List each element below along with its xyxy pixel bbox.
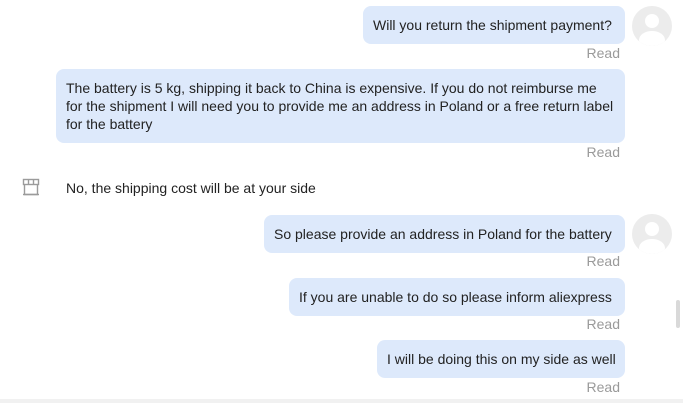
- message-text: The battery is 5 kg, shipping it back to…: [66, 80, 614, 132]
- scrollbar[interactable]: [676, 300, 680, 328]
- message-text: Will you return the shipment payment?: [373, 17, 612, 33]
- outgoing-message: So please provide an address in Poland f…: [264, 215, 625, 253]
- message-text: So please provide an address in Poland f…: [274, 226, 612, 242]
- message-text: I will be doing this on my side as well: [387, 351, 616, 367]
- outgoing-message: The battery is 5 kg, shipping it back to…: [56, 69, 625, 143]
- outgoing-message: I will be doing this on my side as well: [377, 340, 625, 378]
- user-avatar-icon[interactable]: [632, 214, 672, 254]
- divider: [0, 399, 683, 403]
- read-status: Read: [586, 144, 620, 160]
- shop-icon: [22, 178, 40, 196]
- read-status: Read: [586, 253, 620, 269]
- chat-conversation: Will you return the shipment payment? Re…: [0, 0, 683, 403]
- read-status: Read: [586, 316, 620, 332]
- outgoing-message: Will you return the shipment payment?: [363, 6, 625, 44]
- incoming-message: No, the shipping cost will be at your si…: [66, 180, 316, 196]
- user-avatar-icon[interactable]: [632, 6, 672, 46]
- read-status: Read: [586, 379, 620, 395]
- outgoing-message: If you are unable to do so please inform…: [289, 278, 625, 316]
- read-status: Read: [586, 45, 620, 61]
- message-text: If you are unable to do so please inform…: [299, 289, 612, 305]
